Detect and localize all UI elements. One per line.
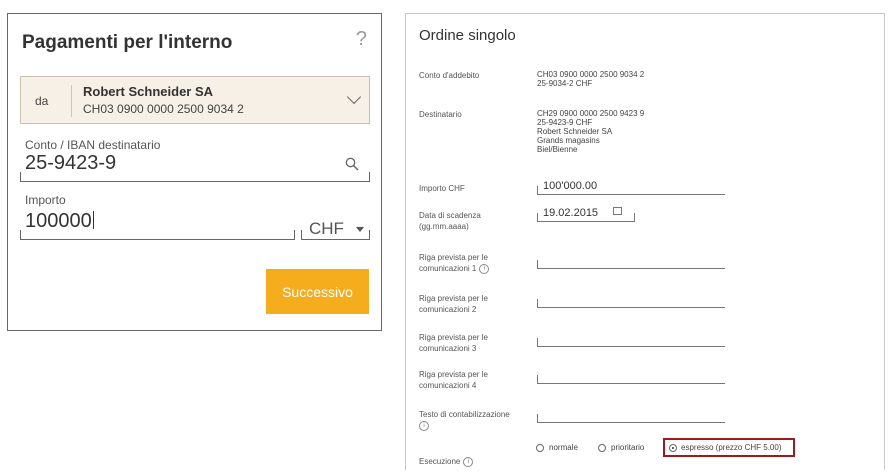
panel-title: Ordine singolo (419, 27, 516, 44)
info-icon[interactable]: i (479, 263, 490, 274)
comm-line-label: comunicazioni 1i (419, 263, 490, 274)
calendar-icon[interactable] (613, 207, 622, 215)
comm-line-label: Riga prevista per le (419, 253, 488, 262)
recipient-input-underline (20, 172, 370, 182)
execution-priority-radio[interactable] (598, 444, 606, 452)
chevron-down-icon (346, 89, 362, 105)
recipient-label: Destinatario (419, 110, 462, 119)
comm-line-2-input[interactable] (537, 299, 725, 308)
execution-normal-radio[interactable] (536, 444, 544, 452)
comm-line-label: comunicazioni 2 (419, 305, 477, 314)
debit-account-line: 25-9034-2 CHF (537, 79, 593, 88)
booking-text-input[interactable] (537, 414, 725, 423)
execution-normal-label[interactable]: normale (549, 443, 578, 452)
amount-field-label: Importo (25, 193, 66, 207)
comm-line-label: Riga prevista per le (419, 333, 488, 342)
recipient-line: Grands magasins (537, 136, 600, 145)
debit-account-line: CH03 0900 0000 2500 9034 2 (537, 70, 645, 79)
execution-priority-label[interactable]: prioritario (611, 443, 644, 452)
debit-account-select[interactable]: da Robert Schneider SA CH03 0900 0000 25… (20, 76, 370, 124)
booking-text-label: Testo di contabilizzazione (419, 410, 510, 419)
from-label: da (35, 94, 49, 108)
recipient-line: CH29 0900 0000 2500 9423 9 (537, 109, 645, 118)
next-button[interactable]: Successivo (266, 269, 369, 314)
debit-account-label: Conto d'addebito (419, 71, 480, 80)
amount-value: 100000 (25, 210, 92, 232)
booking-text-info: i (419, 420, 429, 431)
account-holder-name: Robert Schneider SA (83, 84, 214, 99)
execution-label: Esecuzione i (419, 456, 474, 467)
divider (71, 85, 72, 117)
help-icon[interactable]: ? (356, 28, 367, 51)
amount-input-underline (537, 186, 725, 195)
panel-title: Pagamenti per l'interno (22, 32, 233, 53)
recipient-line: Robert Schneider SA (537, 127, 613, 136)
execution-express-radio[interactable] (669, 444, 677, 452)
comm-line-4-input[interactable] (537, 375, 725, 384)
domestic-payment-panel: Pagamenti per l'interno ? da Robert Schn… (7, 13, 382, 331)
amount-label: Importo CHF (419, 184, 465, 193)
single-order-panel: Ordine singolo Conto d'addebito CH03 090… (405, 13, 885, 470)
currency-underline (301, 230, 370, 240)
comm-line-label: Riga prevista per le (419, 294, 488, 303)
recipient-line: Biel/Bienne (537, 145, 578, 154)
comm-line-1-input[interactable] (537, 260, 725, 269)
info-icon[interactable]: i (463, 456, 474, 467)
comm-line-label: comunicazioni 3 (419, 344, 477, 353)
comm-line-label: Riga prevista per le (419, 370, 488, 379)
comm-line-label: comunicazioni 4 (419, 381, 477, 390)
due-date-format-label: (gg.mm.aaaa) (419, 222, 469, 231)
text-cursor (92, 211, 94, 229)
recipient-field-label: Conto / IBAN destinatario (25, 138, 161, 152)
account-number: CH03 0900 0000 2500 9034 2 (83, 102, 244, 116)
amount-input-underline (20, 230, 295, 240)
execution-express-label[interactable]: espresso (prezzo CHF 5.00) (681, 443, 781, 452)
search-icon[interactable] (345, 157, 359, 171)
info-icon[interactable]: i (419, 420, 429, 431)
recipient-line: 25-9423-9 CHF (537, 118, 593, 127)
comm-line-3-input[interactable] (537, 338, 725, 347)
due-date-label: Data di scadenza (419, 211, 481, 220)
